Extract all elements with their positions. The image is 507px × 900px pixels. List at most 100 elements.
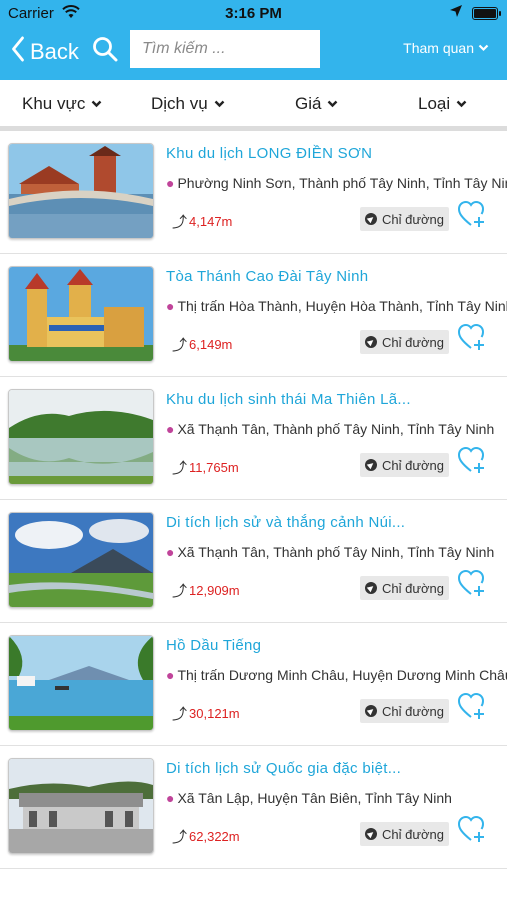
map-pin-icon: ●: [166, 175, 175, 191]
directions-button[interactable]: Chỉ đường: [360, 207, 449, 231]
distance-value: 30,121m: [189, 706, 240, 721]
add-favorite-heart-icon[interactable]: [457, 322, 487, 352]
search-icon[interactable]: [92, 36, 118, 62]
place-address-text: Xã Thạnh Tân, Thành phố Tây Ninh, Tỉnh T…: [177, 421, 495, 437]
place-address-text: Thị trấn Hòa Thành, Huyện Hòa Thành, Tỉn…: [177, 298, 507, 314]
filter-label: Dịch vụ: [151, 94, 208, 113]
nav-bar: Back Tham quan: [0, 26, 507, 80]
filter-price-dropdown[interactable]: Giá: [295, 94, 338, 114]
directions-button[interactable]: Chỉ đường: [360, 822, 449, 846]
list-item[interactable]: Khu du lịch sinh thái Ma Thiên Lã... ● Xã…: [0, 377, 507, 500]
place-address: ● Xã Thạnh Tân, Thành phố Tây Ninh, Tỉnh …: [166, 544, 507, 560]
filter-type-dropdown[interactable]: Loại: [418, 94, 467, 114]
place-address: ● Thị trấn Dương Minh Châu, Huyện Dương M…: [166, 667, 507, 683]
route-icon: ⤴: [172, 337, 188, 354]
place-address-text: Xã Tân Lập, Huyện Tân Biên, Tỉnh Tây Nin…: [177, 790, 452, 806]
pagoda-bridge-photo: [8, 143, 154, 239]
mountain-field-photo: [8, 512, 154, 608]
directions-label: Chỉ đường: [381, 826, 445, 842]
distance: ⤴ 30,121m: [172, 703, 240, 724]
lake-boats-photo: [8, 635, 154, 731]
filter-label: Khu vực: [22, 94, 86, 113]
distance: ⤴ 12,909m: [172, 580, 240, 601]
filter-bar: Khu vực Dịch vụ Giá Loại: [0, 80, 507, 131]
place-title[interactable]: Khu du lịch sinh thái Ma Thiên Lã...: [166, 391, 411, 408]
filter-label: Giá: [295, 94, 322, 113]
place-address: ● Xã Thạnh Tân, Thành phố Tây Ninh, Tỉnh …: [166, 421, 507, 437]
distance-value: 12,909m: [189, 583, 240, 598]
place-title[interactable]: Khu du lịch LONG ĐIỀN SƠN: [166, 145, 372, 162]
chevron-left-icon: [11, 36, 25, 67]
navigation-icon: [364, 213, 377, 225]
memorial-building-photo: [8, 758, 154, 854]
map-pin-icon: ●: [166, 298, 175, 314]
distance-value: 4,147m: [189, 214, 233, 229]
directions-label: Chỉ đường: [381, 334, 445, 350]
navigation-icon: [364, 459, 377, 471]
category-menu-label: Tham quan: [403, 40, 474, 56]
map-pin-icon: ●: [166, 544, 175, 560]
list-item[interactable]: Khu du lịch LONG ĐIỀN SƠN ● Phường Ninh S…: [0, 131, 507, 254]
battery-icon: [472, 7, 501, 20]
place-address-text: Xã Thạnh Tân, Thành phố Tây Ninh, Tỉnh T…: [177, 544, 495, 560]
place-title[interactable]: Di tích lịch sử Quốc gia đặc biệt...: [166, 760, 401, 777]
place-address: ● Xã Tân Lập, Huyện Tân Biên, Tỉnh Tây Ni…: [166, 790, 507, 806]
route-icon: ⤴: [172, 214, 188, 231]
map-pin-icon: ●: [166, 667, 175, 683]
lake-hill-photo: [8, 389, 154, 485]
route-icon: ⤴: [172, 583, 188, 600]
place-title[interactable]: Tòa Thánh Cao Đài Tây Ninh: [166, 268, 368, 285]
add-favorite-heart-icon[interactable]: [457, 199, 487, 229]
directions-label: Chỉ đường: [381, 703, 445, 719]
directions-button[interactable]: Chỉ đường: [360, 576, 449, 600]
chevron-down-icon: [328, 100, 338, 108]
place-list: Khu du lịch LONG ĐIỀN SƠN ● Phường Ninh S…: [0, 131, 507, 869]
status-bar: Carrier 3:16 PM: [0, 0, 507, 26]
directions-label: Chỉ đường: [381, 211, 445, 227]
list-item[interactable]: Tòa Thánh Cao Đài Tây Ninh ● Thị trấn Hòa…: [0, 254, 507, 377]
route-icon: ⤴: [172, 460, 188, 477]
place-address-text: Thị trấn Dương Minh Châu, Huyện Dương Mi…: [177, 667, 507, 683]
distance: ⤴ 62,322m: [172, 826, 240, 847]
navigation-icon: [364, 582, 377, 594]
back-button[interactable]: Back: [10, 36, 79, 67]
directions-button[interactable]: Chỉ đường: [360, 453, 449, 477]
route-icon: ⤴: [172, 829, 188, 846]
place-address: ● Phường Ninh Sơn, Thành phố Tây Ninh, Tỉ…: [166, 175, 507, 191]
search-input[interactable]: [130, 30, 320, 68]
place-title[interactable]: Hồ Dầu Tiếng: [166, 637, 261, 654]
category-menu-button[interactable]: Tham quan: [403, 40, 489, 56]
distance-value: 11,765m: [189, 460, 239, 475]
chevron-down-icon: [478, 44, 489, 52]
list-item[interactable]: Hồ Dầu Tiếng ● Thị trấn Dương Minh Châu, …: [0, 623, 507, 746]
filter-area-dropdown[interactable]: Khu vực: [22, 94, 102, 114]
add-favorite-heart-icon[interactable]: [457, 445, 487, 475]
distance: ⤴ 6,149m: [172, 334, 232, 355]
distance-value: 62,322m: [189, 829, 240, 844]
filter-service-dropdown[interactable]: Dịch vụ: [151, 94, 225, 114]
distance: ⤴ 11,765m: [172, 457, 239, 478]
distance: ⤴ 4,147m: [172, 211, 232, 232]
directions-button[interactable]: Chỉ đường: [360, 699, 449, 723]
add-favorite-heart-icon[interactable]: [457, 568, 487, 598]
add-favorite-heart-icon[interactable]: [457, 814, 487, 844]
navigation-icon: [364, 705, 377, 717]
add-favorite-heart-icon[interactable]: [457, 691, 487, 721]
cao-dai-temple-photo: [8, 266, 154, 362]
distance-value: 6,149m: [189, 337, 233, 352]
map-pin-icon: ●: [166, 421, 175, 437]
navigation-icon: [364, 828, 377, 840]
list-item[interactable]: Di tích lịch sử Quốc gia đặc biệt... ● Xã…: [0, 746, 507, 869]
directions-button[interactable]: Chỉ đường: [360, 330, 449, 354]
navigation-icon: [364, 336, 377, 348]
place-title[interactable]: Di tích lịch sử và thắng cảnh Núi...: [166, 514, 405, 531]
clock: 3:16 PM: [225, 5, 282, 22]
chevron-down-icon: [92, 100, 102, 108]
chevron-down-icon: [456, 100, 467, 108]
location-arrow-icon: [449, 4, 463, 22]
route-icon: ⤴: [172, 706, 188, 723]
directions-label: Chỉ đường: [381, 457, 445, 473]
chevron-down-icon: [214, 100, 225, 108]
list-item[interactable]: Di tích lịch sử và thắng cảnh Núi... ● Xã…: [0, 500, 507, 623]
directions-label: Chỉ đường: [381, 580, 445, 596]
